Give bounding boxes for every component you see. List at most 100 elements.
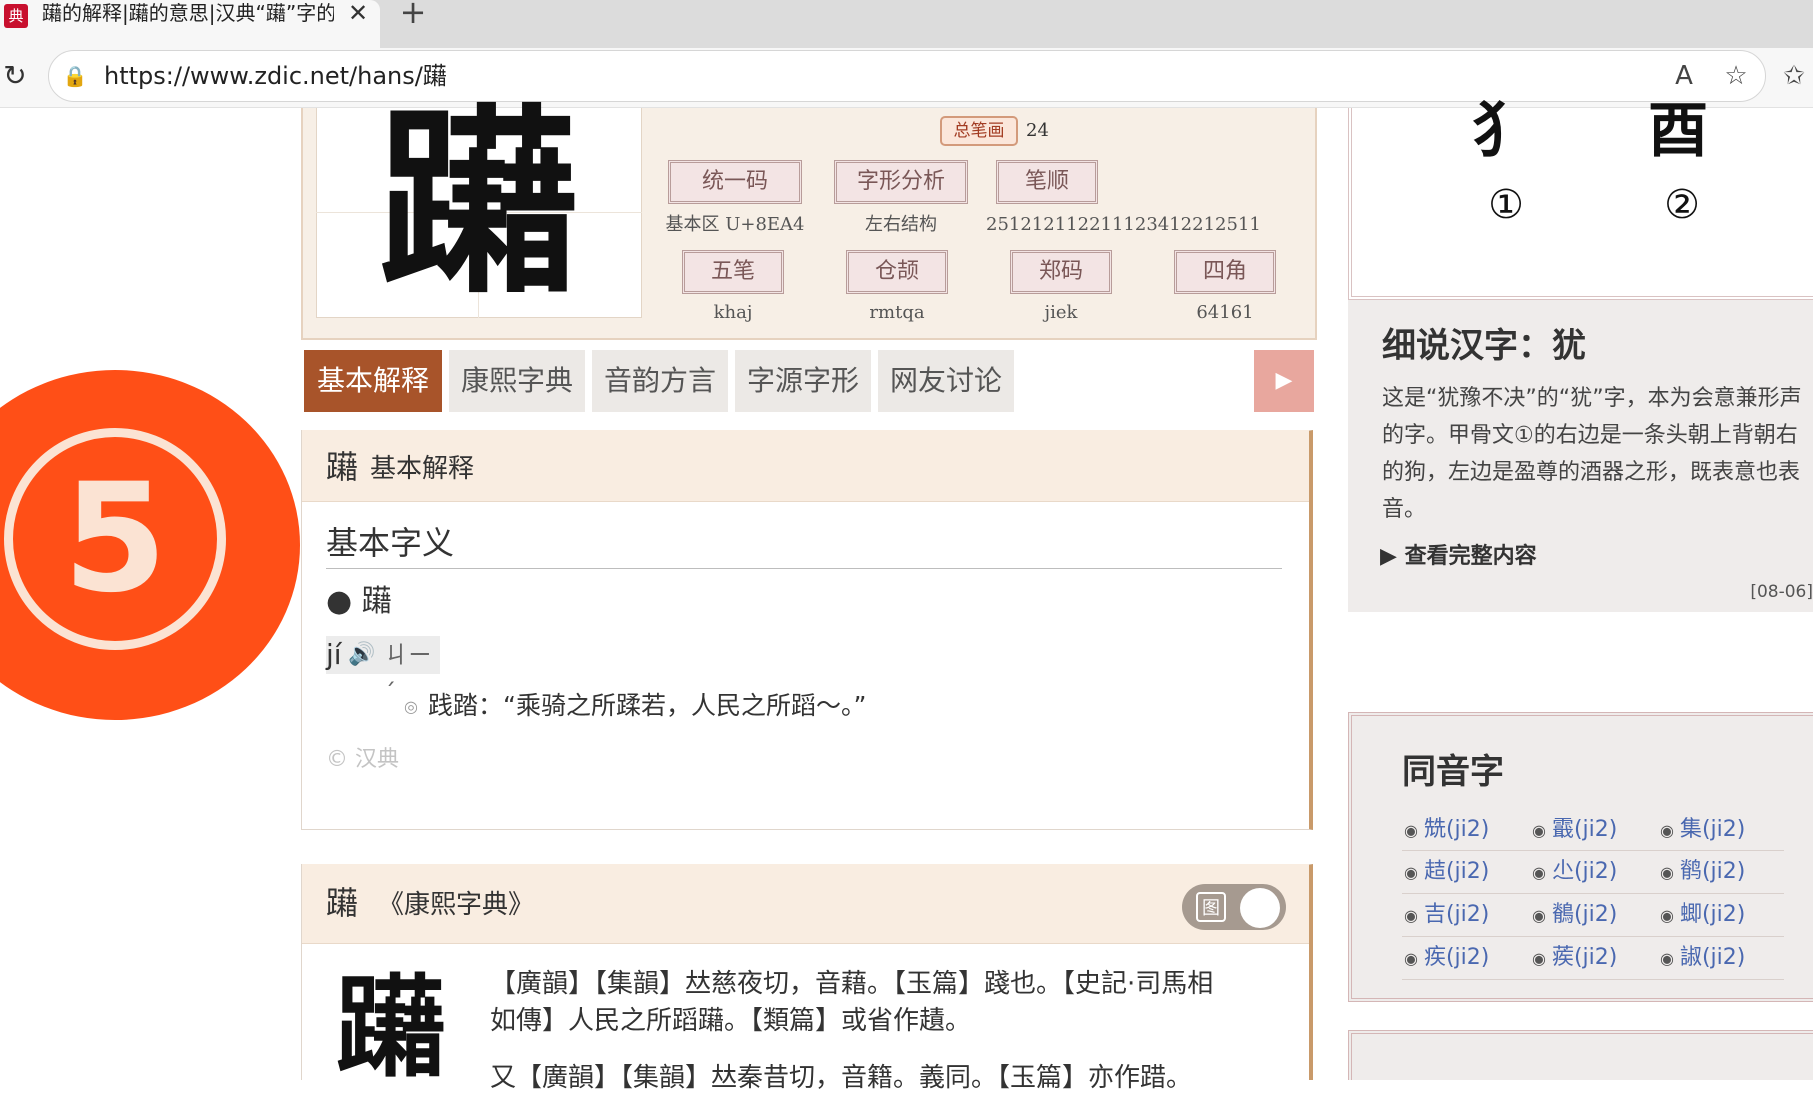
url-text[interactable]: https://www.zdic.net/hans/躤: [104, 58, 704, 94]
bullet-icon: ◉: [1660, 906, 1674, 925]
bullet-icon: ◉: [1660, 949, 1674, 968]
zhengma-value: jiek: [1044, 302, 1078, 323]
tab-phonology-dialects[interactable]: 音韵方言: [592, 350, 728, 412]
kangxi-glyph: 躤: [336, 963, 446, 1092]
bullet-icon: ◉: [1404, 821, 1418, 840]
homophone-text[interactable]: 集(ji2): [1680, 817, 1745, 842]
oracle-glyph: 犭: [1472, 96, 1532, 166]
speaker-icon[interactable]: 🔊: [348, 640, 375, 670]
read-aloud-icon[interactable]: A: [1666, 58, 1702, 94]
tab-title[interactable]: 躤的解释|躤的意思|汉典“躤”字的基: [42, 0, 334, 26]
bullet-icon: ◉: [1532, 863, 1546, 882]
homophone-text[interactable]: 尐(ji2): [1552, 859, 1617, 884]
bullet-icon: ◉: [1404, 949, 1418, 968]
entry-character: ● 躤: [326, 584, 392, 619]
homophone-text[interactable]: 鶺(ji2): [1552, 902, 1617, 927]
section-title: 基本解释: [370, 454, 475, 484]
homophone-link[interactable]: ◉ 趌(ji2): [1404, 852, 1514, 892]
homophone-link[interactable]: ◉ 疾(ji2): [1404, 938, 1514, 978]
kangxi-text-line: 又【廣韻】【集韻】𠀤秦昔切，音籍。義同。【玉篇】亦作踖。: [490, 1063, 1193, 1093]
definition-sense: 践踏：“乘骑之所蹂若，人民之所蹈～。”: [428, 691, 867, 720]
homophone-text[interactable]: 蒺(ji2): [1552, 945, 1617, 970]
divider: [1402, 979, 1784, 980]
sense-marker-icon: ◎: [404, 697, 418, 716]
zhuyin: ㄐㄧˊ: [384, 641, 432, 707]
toggle-knob[interactable]: [1240, 888, 1280, 928]
oracle-number: ①: [1488, 182, 1524, 228]
reload-icon[interactable]: ↻: [0, 58, 30, 94]
bullet-icon: ◉: [1532, 906, 1546, 925]
bullet-icon: ◉: [1532, 821, 1546, 840]
kangxi-text-line: 如傳】人民之所蹈躤。【類篇】或省作䟄。: [490, 1006, 972, 1036]
bullet-icon: ◉: [1404, 906, 1418, 925]
tab-user-discussion[interactable]: 网友讨论: [878, 350, 1014, 412]
step-number: 5: [62, 452, 168, 626]
image-icon[interactable]: 图: [1196, 892, 1226, 922]
tab-basic-definition[interactable]: 基本解释: [304, 350, 442, 412]
homophone-text[interactable]: 兟(ji2): [1424, 817, 1489, 842]
next-sidebar-card: [1348, 1030, 1813, 1080]
close-tab-icon[interactable]: ✕: [344, 0, 372, 26]
favorites-icon[interactable]: ✩: [1776, 58, 1812, 94]
homophone-link[interactable]: ◉ 蒺(ji2): [1532, 938, 1642, 978]
homophones-title: 同音字: [1402, 752, 1504, 792]
homophone-link[interactable]: ◉ 鹡(ji2): [1660, 852, 1770, 892]
homophone-link[interactable]: ◉ 諔(ji2): [1660, 938, 1770, 978]
homophone-text[interactable]: 疾(ji2): [1424, 945, 1489, 970]
story-date: [08-06]: [1750, 582, 1813, 602]
cangjie-value: rmtqa: [869, 302, 925, 323]
site-favicon-icon: 典: [4, 4, 28, 28]
homophone-text[interactable]: 諔(ji2): [1680, 945, 1745, 970]
four-corner-value: 64161: [1196, 302, 1254, 323]
favorite-star-icon[interactable]: ☆: [1718, 58, 1754, 94]
homophone-text[interactable]: 鹡(ji2): [1680, 859, 1745, 884]
homophone-link[interactable]: ◉ 霵(ji2): [1532, 810, 1642, 850]
glyph-analysis-button[interactable]: 字形分析: [834, 160, 968, 204]
four-corner-button[interactable]: 四角: [1174, 250, 1276, 294]
pinyin: jí: [326, 638, 342, 671]
bullet-icon: ◉: [1532, 949, 1546, 968]
homophone-text[interactable]: 蝍(ji2): [1680, 902, 1745, 927]
total-strokes-label: 总笔画: [940, 116, 1018, 146]
tabs-next-arrow-icon[interactable]: ▶: [1254, 350, 1314, 412]
unicode-value: 基本区 U+8EA4: [665, 214, 805, 235]
total-strokes-value: 24: [1026, 120, 1049, 141]
homophone-link[interactable]: ◉ 鶺(ji2): [1532, 895, 1642, 935]
homophone-text[interactable]: 趌(ji2): [1424, 859, 1489, 884]
zhengma-button[interactable]: 郑码: [1010, 250, 1112, 294]
oracle-number: ②: [1664, 182, 1700, 228]
cangjie-button[interactable]: 仓颉: [846, 250, 948, 294]
homophone-link[interactable]: ◉ 尐(ji2): [1532, 852, 1642, 892]
stroke-order-value: 251212112211123412212511: [986, 214, 1261, 235]
tab-etymology[interactable]: 字源字形: [735, 350, 871, 412]
story-title: 细说汉字：犹: [1382, 326, 1586, 366]
wubi-button[interactable]: 五笔: [682, 250, 784, 294]
oracle-bone-card: [1348, 108, 1813, 300]
tab-kangxi-dictionary[interactable]: 康熙字典: [449, 350, 585, 412]
bullet-icon: ◉: [1660, 863, 1674, 882]
homophone-link[interactable]: ◉ 兟(ji2): [1404, 810, 1514, 850]
new-tab-button[interactable]: +: [396, 0, 430, 28]
story-description: 这是“犹豫不决”的“犹”字，本为会意兼形声的字。甲骨文①的右边是一条头朝上背朝右…: [1382, 386, 1802, 522]
homophone-link[interactable]: ◉ 集(ji2): [1660, 810, 1770, 850]
bullet-icon: ◉: [1404, 863, 1418, 882]
homophone-text[interactable]: 霵(ji2): [1552, 817, 1617, 842]
view-full-content-link[interactable]: ▶ 查看完整内容: [1380, 540, 1630, 574]
section-title: 《康熙字典》: [378, 890, 535, 920]
character-glyph: 躤: [378, 90, 579, 318]
divider: [1402, 850, 1784, 851]
lock-icon[interactable]: 🔒: [62, 62, 88, 90]
divider: [1402, 893, 1784, 894]
homophone-link[interactable]: ◉ 蝍(ji2): [1660, 895, 1770, 935]
section-character: 躤: [326, 884, 359, 922]
copyright-text: © 汉典: [326, 747, 399, 772]
homophone-link[interactable]: ◉ 吉(ji2): [1404, 895, 1514, 935]
homophone-text[interactable]: 吉(ji2): [1424, 902, 1489, 927]
bullet-icon: ◉: [1660, 821, 1674, 840]
kangxi-text-line: 【廣韻】【集韻】𠀤慈夜切，音藉。【玉篇】踐也。【史記·司馬相: [490, 969, 1214, 999]
basic-meaning-heading: 基本字义: [326, 524, 455, 562]
stroke-order-button[interactable]: 笔顺: [996, 160, 1098, 204]
unicode-button[interactable]: 统一码: [668, 160, 802, 204]
wubi-value: khaj: [713, 302, 753, 323]
divider: [1402, 936, 1784, 937]
